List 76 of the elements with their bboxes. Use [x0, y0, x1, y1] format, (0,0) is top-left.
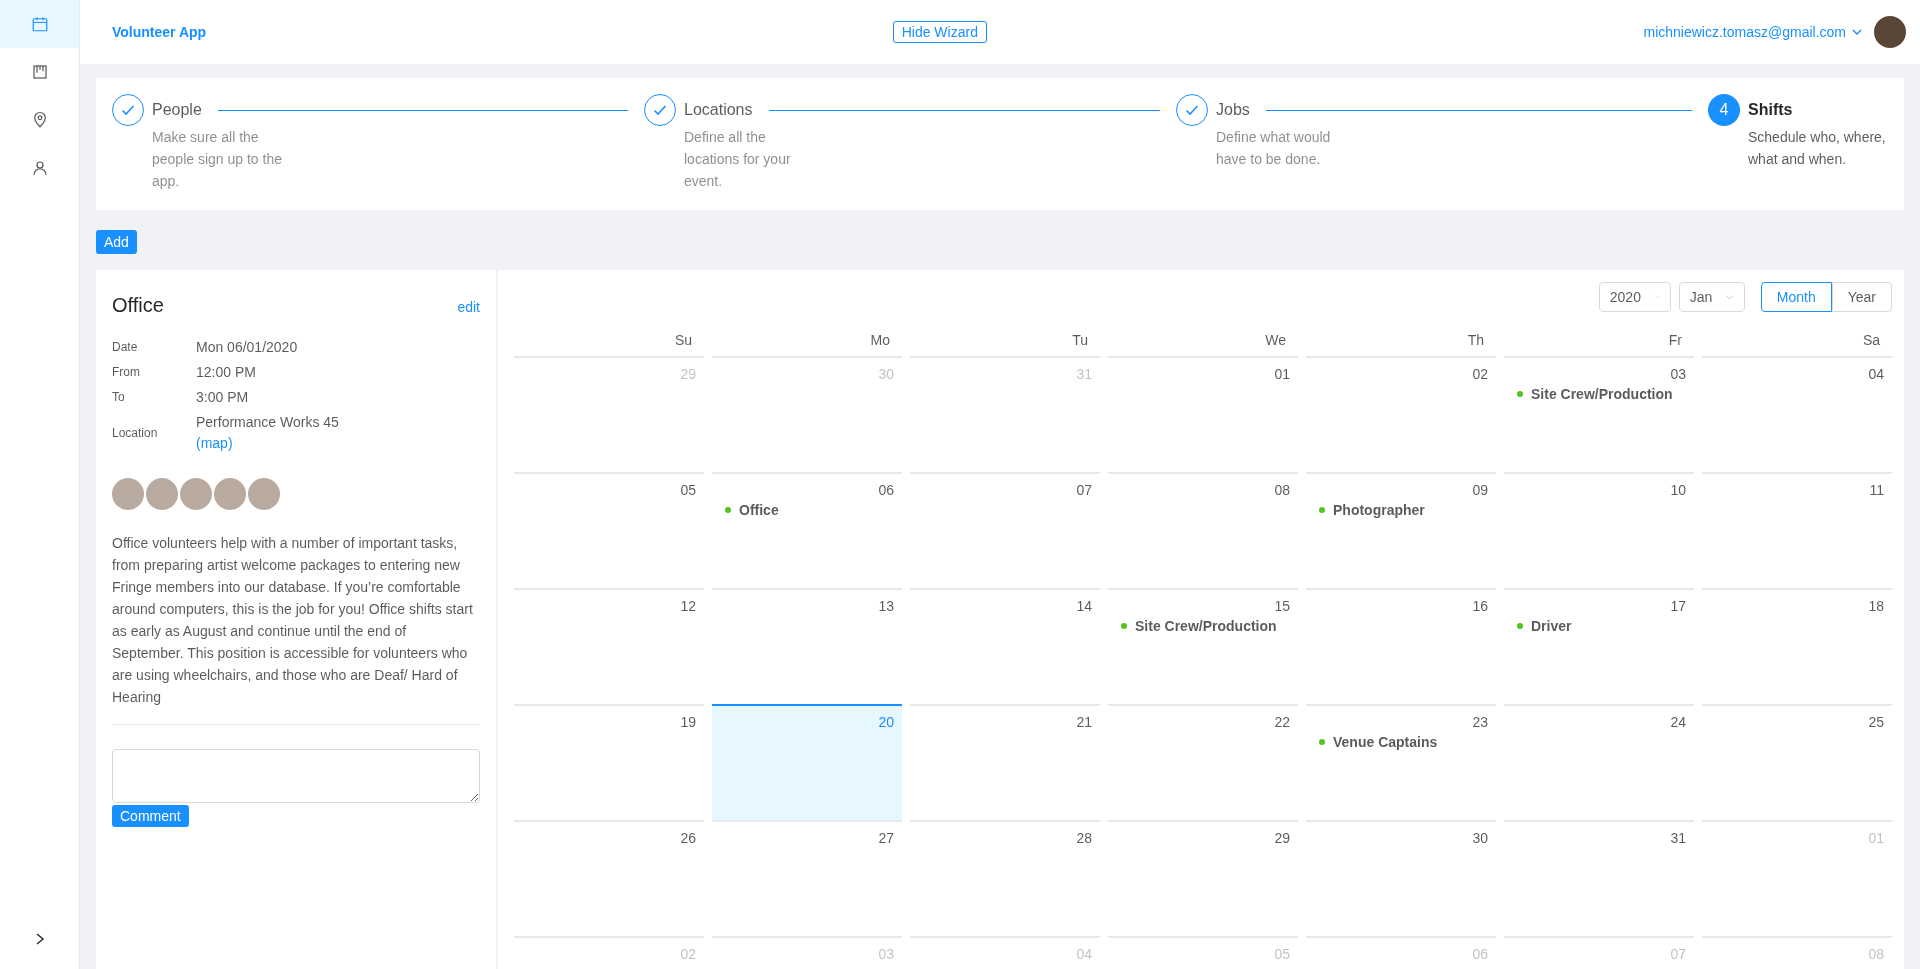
detail-value: 12:00 PM — [196, 364, 256, 380]
calendar-day[interactable]: 02 — [1306, 356, 1496, 472]
shift-description: Office volunteers help with a number of important tasks, from preparing artist welcome packages to entering new Fringe members into our database. If you’re comfortable around computers, this is the job for you! Office shifts start as early as August and continue until the end of September. This position is accessible for volunteers who are using wheelchairs, and those who are Deaf/ Hard of Hearing — [112, 534, 474, 707]
detail-label: Date — [112, 339, 139, 356]
calendar-day[interactable]: 03 Site Crew/Production — [1504, 356, 1694, 472]
calendar-day[interactable]: 25 — [1702, 704, 1892, 820]
calendar-day[interactable]: 21 — [910, 704, 1100, 820]
calendar-day[interactable]: 09 Photographer — [1306, 472, 1496, 588]
event-label[interactable]: Site Crew/Production — [1135, 618, 1277, 634]
calendar-day[interactable]: 29 — [1108, 820, 1298, 936]
calendar-day[interactable]: 22 — [1108, 704, 1298, 820]
calendar-day[interactable]: 08 — [1108, 472, 1298, 588]
calendar-day[interactable]: 10 — [1504, 472, 1694, 588]
step-title: Jobs — [1216, 101, 1251, 119]
volunteer-avatar[interactable] — [214, 478, 246, 510]
calendar-day[interactable]: 23 Venue Captains — [1306, 704, 1496, 820]
step-title: Shifts — [1748, 101, 1794, 119]
volunteer-avatar[interactable] — [248, 478, 280, 510]
step-title: Locations — [684, 101, 754, 119]
calendar-day[interactable]: 26 — [514, 820, 704, 936]
event-label[interactable]: Driver — [1531, 618, 1572, 634]
calendar-day[interactable]: 19 — [514, 704, 704, 820]
calendar-day[interactable]: 30 — [1306, 820, 1496, 936]
detail-label: To — [112, 389, 126, 406]
weekday-header: We — [1264, 331, 1287, 350]
weekday-header: Tu — [1071, 331, 1089, 350]
event-label[interactable]: Office — [739, 502, 779, 518]
calendar-icon — [30, 15, 49, 33]
weekday-header: Sa — [1861, 331, 1881, 350]
month-select[interactable]: Jan — [1678, 282, 1745, 312]
volunteer-avatar[interactable] — [112, 478, 144, 510]
year-select[interactable]: 2020 — [1598, 282, 1671, 312]
volunteer-avatar[interactable] — [180, 478, 212, 510]
calendar-day[interactable]: 05 — [514, 472, 704, 588]
detail-label: From — [112, 364, 141, 381]
event-label[interactable]: Site Crew/Production — [1531, 386, 1673, 402]
calendar-day[interactable]: 11 — [1702, 472, 1892, 588]
calendar-day[interactable]: 17 Driver — [1504, 588, 1694, 704]
comment-field[interactable] — [112, 749, 480, 803]
step-description: Define what would have to be done. — [1216, 128, 1332, 169]
shift-title: Office — [112, 294, 164, 317]
calendar-day[interactable]: 01 — [1108, 356, 1298, 472]
calendar-day[interactable]: 12 — [514, 588, 704, 704]
volunteer-avatar[interactable] — [146, 478, 178, 510]
weekday-header: Su — [673, 331, 693, 350]
weekday-header: Fr — [1667, 331, 1683, 350]
event-label[interactable]: Venue Captains — [1333, 734, 1438, 750]
caret-icon[interactable] — [1852, 27, 1862, 37]
detail-value: Performance Works 45 — [196, 414, 339, 430]
view-toggle[interactable]: Year — [1831, 282, 1892, 312]
detail-label: Location — [112, 424, 159, 442]
calendar-day[interactable]: 07 — [910, 472, 1100, 588]
user-icon — [30, 159, 49, 177]
board-icon — [30, 63, 49, 81]
sidebar-item[interactable] — [0, 0, 79, 48]
step-description: Make sure all the people sign up to the app. — [152, 128, 283, 191]
calendar-day[interactable]: 28 — [910, 820, 1100, 936]
calendar-day[interactable]: 24 — [1504, 704, 1694, 820]
weekday-header: Mo — [869, 331, 891, 350]
calendar-day[interactable]: 15 Site Crew/Production — [1108, 588, 1298, 704]
detail-value: Mon 06/01/2020 — [196, 339, 298, 355]
detail-value: 3:00 PM — [196, 389, 249, 405]
calendar-day[interactable]: 31 — [1504, 820, 1694, 936]
step-description: Schedule who, where, what and when. — [1748, 128, 1887, 169]
calendar-day[interactable]: 27 — [712, 820, 902, 936]
calendar-day[interactable]: 04 — [1702, 356, 1892, 472]
weekday-header: Th — [1466, 331, 1485, 350]
calendar-day[interactable]: 18 — [1702, 588, 1892, 704]
calendar-day[interactable]: 14 — [910, 588, 1100, 704]
app-title: Volunteer App — [112, 24, 207, 40]
calendar-day[interactable]: 16 — [1306, 588, 1496, 704]
avatar[interactable] — [1874, 16, 1906, 48]
calendar-day[interactable]: 06 Office — [712, 472, 902, 588]
event-label[interactable]: Photographer — [1333, 502, 1425, 518]
step-description: Define all the locations for your event. — [684, 128, 792, 191]
step-title: People — [152, 101, 203, 119]
